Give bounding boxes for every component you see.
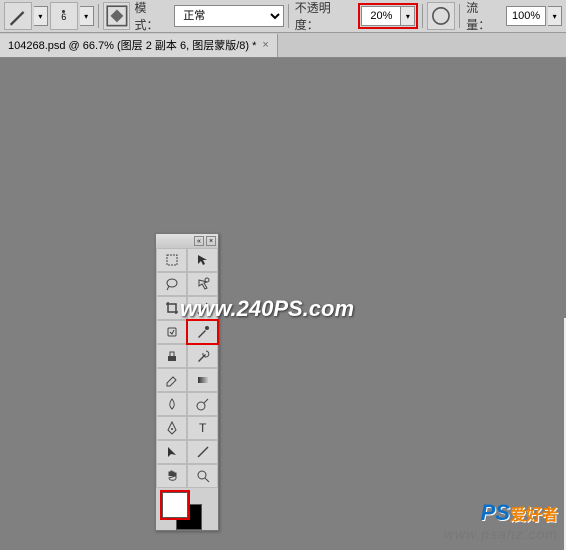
svg-text:T: T [199, 421, 207, 435]
move-tool[interactable] [187, 248, 218, 272]
tool-preset-dropdown[interactable]: ▾ [34, 6, 48, 26]
brush-size-value: 6 [61, 13, 66, 22]
foreground-color[interactable] [162, 492, 188, 518]
brush-tool-icon[interactable] [4, 2, 32, 30]
collapse-icon[interactable]: « [194, 236, 204, 246]
pen-tool[interactable] [156, 416, 187, 440]
opacity-highlight: ▾ [358, 3, 418, 29]
tools-panel-header: « × [156, 234, 218, 248]
close-icon[interactable]: × [262, 39, 268, 51]
shape-tool[interactable] [187, 440, 218, 464]
flow-input[interactable] [506, 6, 546, 26]
brush-tool[interactable] [187, 320, 218, 344]
dodge-tool[interactable] [187, 392, 218, 416]
canvas[interactable]: « × T [0, 58, 566, 550]
color-swatch [156, 488, 218, 530]
blur-tool[interactable] [156, 392, 187, 416]
pressure-opacity-button[interactable] [427, 2, 455, 30]
healing-brush-tool[interactable] [156, 320, 187, 344]
brush-panel-button[interactable] [103, 2, 131, 30]
quick-select-tool[interactable] [187, 272, 218, 296]
watermark-logo-cn: 爱好者 [510, 507, 558, 524]
zoom-tool[interactable] [187, 464, 218, 488]
document-tab-title: 104268.psd @ 66.7% (图层 2 副本 6, 图层蒙版/8) * [8, 37, 256, 53]
lasso-tool[interactable] [156, 272, 187, 296]
eraser-tool[interactable] [156, 368, 187, 392]
options-bar: ▾ 6 ▾ 模式： 正常 不透明度： ▾ 流量： ▾ [0, 0, 566, 33]
mode-label: 模式： [134, 0, 170, 33]
clone-stamp-tool[interactable] [156, 344, 187, 368]
tools-panel: « × T [155, 233, 219, 531]
path-select-tool[interactable] [156, 440, 187, 464]
close-panel-icon[interactable]: × [206, 236, 216, 246]
marquee-tool[interactable] [156, 248, 187, 272]
opacity-label: 不透明度： [295, 0, 355, 33]
brush-preview[interactable]: 6 [50, 2, 78, 30]
gradient-tool[interactable] [187, 368, 218, 392]
watermark-url: www.psahz.com [444, 526, 558, 542]
type-tool[interactable]: T [187, 416, 218, 440]
watermark-footer: PS爱好者 www.psahz.com [444, 500, 558, 542]
watermark-main: www.240PS.com [180, 296, 354, 322]
brush-preset-dropdown[interactable]: ▾ [80, 6, 94, 26]
document-tab[interactable]: 104268.psd @ 66.7% (图层 2 副本 6, 图层蒙版/8) *… [0, 34, 278, 57]
opacity-dropdown[interactable]: ▾ [401, 6, 415, 26]
watermark-logo-ps: PS [481, 500, 510, 525]
history-brush-tool[interactable] [187, 344, 218, 368]
document-tabbar: 104268.psd @ 66.7% (图层 2 副本 6, 图层蒙版/8) *… [0, 33, 566, 58]
flow-label: 流量： [466, 0, 502, 33]
hand-tool[interactable] [156, 464, 187, 488]
blend-mode-select[interactable]: 正常 [174, 5, 283, 27]
flow-dropdown[interactable]: ▾ [548, 6, 562, 26]
opacity-input[interactable] [361, 6, 401, 26]
